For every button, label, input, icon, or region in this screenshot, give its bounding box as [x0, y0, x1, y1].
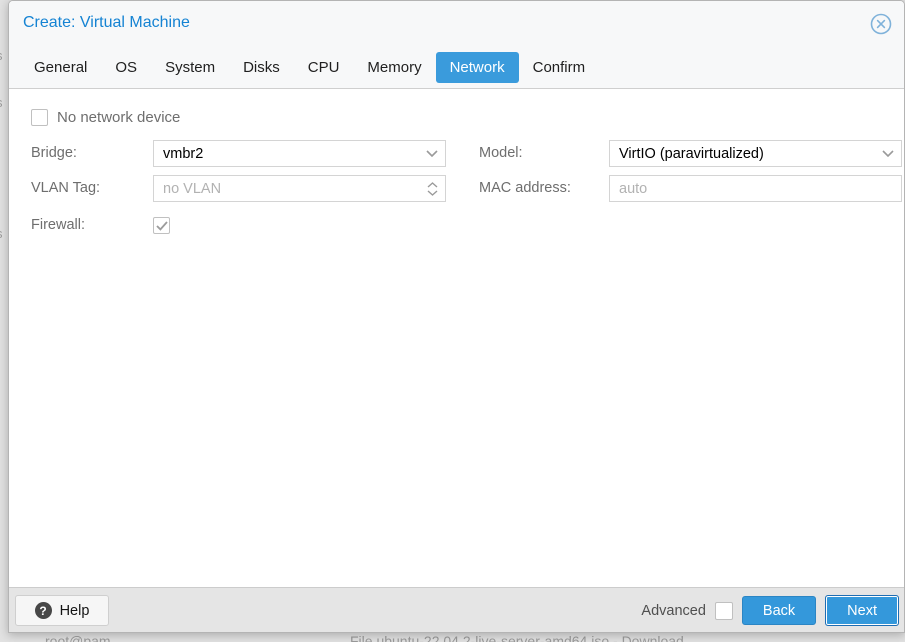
- background-download-text: File ubuntu-22.04.2-live-server-amd64.is…: [350, 633, 684, 642]
- model-input[interactable]: [610, 141, 875, 166]
- tab-os[interactable]: OS: [101, 52, 151, 83]
- network-tab-panel: No network device Bridge: VLAN Tag: Fire…: [9, 90, 904, 587]
- background-text-fragment: s: [0, 95, 8, 110]
- advanced-label: Advanced: [641, 602, 706, 619]
- background-text-fragment: t: [0, 136, 8, 151]
- chevron-down-icon[interactable]: [419, 141, 445, 166]
- vlan-tag-label: VLAN Tag:: [31, 180, 101, 196]
- chevron-down-icon[interactable]: [875, 141, 901, 166]
- firewall-label: Firewall:: [31, 217, 85, 233]
- background-text-fragment: s: [0, 226, 8, 241]
- tab-memory[interactable]: Memory: [353, 52, 435, 83]
- dialog-title: Create: Virtual Machine: [23, 14, 190, 31]
- no-network-device-checkbox[interactable]: [31, 109, 48, 126]
- no-network-device-row: No network device: [31, 109, 180, 126]
- bridge-combobox: [153, 140, 446, 167]
- tab-cpu[interactable]: CPU: [294, 52, 354, 83]
- bridge-input[interactable]: [154, 141, 419, 166]
- advanced-checkbox[interactable]: [714, 601, 733, 620]
- close-icon[interactable]: [870, 13, 892, 35]
- help-button[interactable]: ? Help: [15, 595, 109, 626]
- help-icon: ?: [34, 602, 52, 619]
- background-username-text: root@pam: [45, 633, 111, 642]
- wizard-tabbar: General OS System Disks CPU Memory Netwo…: [20, 51, 599, 83]
- tab-confirm[interactable]: Confirm: [519, 52, 600, 83]
- mac-address-field: [609, 175, 902, 202]
- spinner-up-down-icon[interactable]: [419, 176, 445, 201]
- mac-address-label: MAC address:: [479, 180, 571, 196]
- tab-disks[interactable]: Disks: [229, 52, 294, 83]
- tab-system[interactable]: System: [151, 52, 229, 83]
- firewall-checkbox[interactable]: [153, 217, 170, 234]
- vlan-tag-spinnerfield: [153, 175, 446, 202]
- no-network-device-label: No network device: [57, 109, 181, 126]
- model-combobox: [609, 140, 902, 167]
- next-button[interactable]: Next: [825, 595, 899, 626]
- dialog-header: Create: Virtual Machine General OS Syste…: [9, 1, 904, 89]
- dialog-footer: ? Help Advanced Back Next: [9, 587, 904, 632]
- create-vm-dialog: Create: Virtual Machine General OS Syste…: [8, 0, 905, 633]
- vlan-tag-input[interactable]: [154, 176, 419, 201]
- tab-general[interactable]: General: [20, 52, 101, 83]
- model-label: Model:: [479, 145, 523, 161]
- help-button-label: Help: [59, 602, 90, 619]
- background-text-fragment: s: [0, 48, 8, 63]
- back-button[interactable]: Back: [741, 596, 817, 625]
- footer-actions: Advanced Back Next: [641, 588, 899, 632]
- bridge-label: Bridge:: [31, 145, 77, 161]
- tab-network[interactable]: Network: [435, 51, 519, 83]
- mac-address-input[interactable]: [610, 176, 901, 201]
